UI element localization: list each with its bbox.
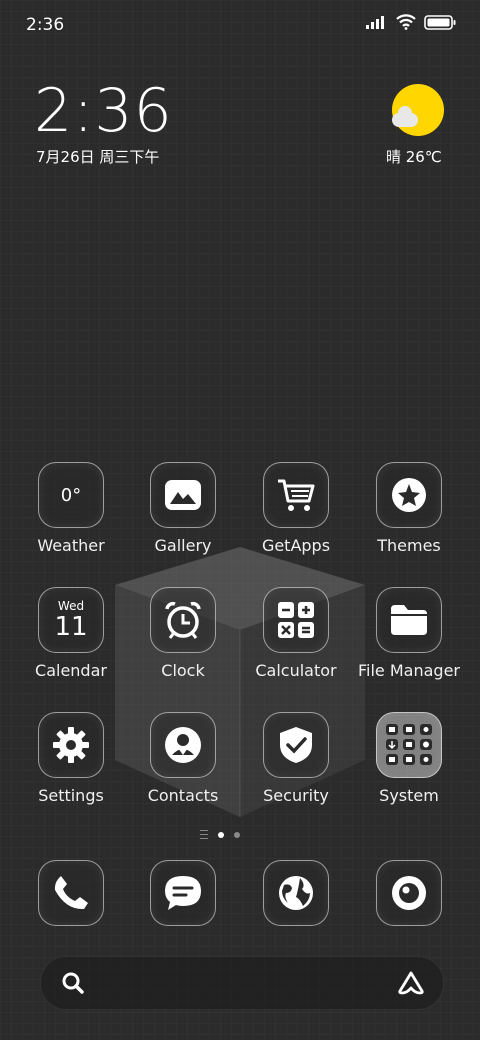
app-label: System bbox=[379, 786, 439, 805]
globe-icon bbox=[263, 860, 329, 926]
cart-icon bbox=[263, 462, 329, 528]
search-bar[interactable] bbox=[40, 956, 444, 1010]
alarm-clock-icon bbox=[150, 587, 216, 653]
app-label: Settings bbox=[38, 786, 104, 805]
app-clock[interactable]: Clock bbox=[128, 587, 238, 680]
app-contacts[interactable]: Contacts bbox=[128, 712, 238, 805]
assistant-icon[interactable] bbox=[397, 971, 425, 995]
wifi-icon bbox=[396, 14, 416, 30]
app-gallery[interactable]: Gallery bbox=[128, 462, 238, 555]
app-drawer-icon[interactable] bbox=[200, 830, 208, 839]
dock-browser[interactable] bbox=[241, 860, 351, 926]
app-label: Themes bbox=[377, 536, 441, 555]
calendar-icon: Wed 11 bbox=[38, 587, 104, 653]
app-label: File Manager bbox=[358, 661, 460, 680]
app-security[interactable]: Security bbox=[241, 712, 351, 805]
weather-icon-text: 0° bbox=[60, 484, 82, 506]
app-label: Calendar bbox=[35, 661, 107, 680]
gear-icon bbox=[38, 712, 104, 778]
calendar-day: Wed bbox=[57, 599, 85, 613]
weather-icon: 0° bbox=[38, 462, 104, 528]
calculator-icon bbox=[263, 587, 329, 653]
cloud-icon bbox=[392, 106, 418, 127]
folder-icon bbox=[376, 587, 442, 653]
battery-icon bbox=[424, 14, 456, 30]
search-icon[interactable] bbox=[61, 971, 85, 995]
status-icons bbox=[366, 14, 456, 30]
widget-clock-time[interactable]: 2:36 bbox=[34, 76, 173, 146]
status-bar: 2:36 bbox=[0, 0, 480, 50]
app-calculator[interactable]: Calculator bbox=[241, 587, 351, 680]
app-settings[interactable]: Settings bbox=[16, 712, 126, 805]
calendar-date: 11 bbox=[54, 612, 88, 642]
chat-icon bbox=[150, 860, 216, 926]
dock-messages[interactable] bbox=[128, 860, 238, 926]
app-label: Weather bbox=[37, 536, 105, 555]
page-dot[interactable] bbox=[234, 831, 240, 838]
app-system-folder[interactable]: System bbox=[354, 712, 464, 805]
dock-phone[interactable] bbox=[16, 860, 126, 926]
app-themes[interactable]: Themes bbox=[354, 462, 464, 555]
app-label: Clock bbox=[161, 661, 205, 680]
app-calendar[interactable]: Wed 11 Calendar bbox=[16, 587, 126, 680]
signal-icon bbox=[366, 16, 384, 29]
page-indicator[interactable] bbox=[200, 830, 240, 839]
app-getapps[interactable]: GetApps bbox=[241, 462, 351, 555]
camera-icon bbox=[376, 860, 442, 926]
app-label: Security bbox=[263, 786, 329, 805]
widget-weather: 晴 26℃ bbox=[386, 148, 442, 166]
gallery-icon bbox=[150, 462, 216, 528]
dock-camera[interactable] bbox=[354, 860, 464, 926]
app-label: Gallery bbox=[154, 536, 212, 555]
shield-icon bbox=[263, 712, 329, 778]
page-dot-active[interactable] bbox=[218, 831, 224, 838]
phone-icon bbox=[38, 860, 104, 926]
app-label: GetApps bbox=[261, 536, 331, 555]
system-folder-icon bbox=[376, 712, 442, 778]
status-time: 2:36 bbox=[26, 15, 65, 35]
themes-icon bbox=[376, 462, 442, 528]
widget-date: 7月26日 周三下午 bbox=[36, 148, 160, 166]
contacts-icon bbox=[150, 712, 216, 778]
app-file-manager[interactable]: File Manager bbox=[354, 587, 464, 680]
app-label: Contacts bbox=[147, 786, 219, 805]
app-weather[interactable]: 0° Weather bbox=[16, 462, 126, 555]
app-label: Calculator bbox=[255, 661, 337, 680]
